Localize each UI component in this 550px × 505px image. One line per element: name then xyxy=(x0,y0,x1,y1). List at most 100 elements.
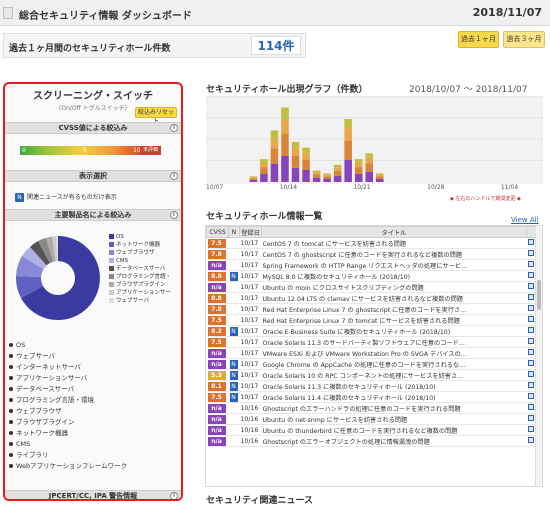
news-badge[interactable]: N xyxy=(229,392,238,402)
title-cell[interactable]: Oracle Solaris 11.3 のサードパーティ製ソフトウェアに任意のコ… xyxy=(261,336,527,348)
vuln-table-row[interactable]: 8.8 10/17 Ubuntu 12.04 LTS の clamav にサービスを… xyxy=(206,292,537,304)
graph-bar[interactable] xyxy=(249,176,258,182)
title-cell[interactable]: Spring Framework の HTTP Range リクエストヘッダの処… xyxy=(261,259,527,271)
graph-bar[interactable] xyxy=(302,147,310,182)
graph-bar[interactable] xyxy=(344,118,352,182)
external-link-icon[interactable] xyxy=(527,371,534,377)
title-cell[interactable]: Oracle Solaris 11.3 に複数のセキュリティホール (2018/… xyxy=(261,380,527,392)
external-link-icon[interactable] xyxy=(527,272,534,278)
external-link-icon[interactable] xyxy=(527,294,534,300)
external-link-icon[interactable] xyxy=(527,382,534,388)
title-cell[interactable]: CentOS 7 の ghostscript に任意のコードを実行されるなど複数… xyxy=(261,248,527,260)
product-category-item[interactable]: ネットワーク機器 xyxy=(9,428,179,439)
product-category-item[interactable]: インターネットサーバ xyxy=(9,362,179,373)
legend-item[interactable]: アプリケーションサー xyxy=(109,289,181,297)
graph-bar[interactable] xyxy=(365,153,373,182)
external-link-icon[interactable] xyxy=(527,283,534,289)
vuln-table-row[interactable]: n/a 10/16 Ghostscript のエラーハンドラの処理に任意のコードを実… xyxy=(206,402,537,414)
product-category-item[interactable]: アプリケーションサーバ xyxy=(9,373,179,384)
title-cell[interactable]: Ghostscript のエラーハンドラの処理に任意のコードを実行される問題 xyxy=(261,402,527,414)
product-category-item[interactable]: ウェブブラウザ xyxy=(9,406,179,417)
period-3-month-button[interactable]: 過去３ヶ月 xyxy=(503,31,545,48)
vuln-table-row[interactable]: 8.1 N 10/17 Oracle Solaris 11.3 に複数のセキュリティホ… xyxy=(206,380,537,392)
title-cell[interactable]: CentOS 7 の tomcat にサービスを妨害される問題 xyxy=(261,237,527,249)
graph-bar[interactable] xyxy=(312,170,321,182)
external-link-icon[interactable] xyxy=(527,316,534,322)
title-cell[interactable]: Ubuntu の moin にクロスサイトスクリプティングの問題 xyxy=(261,281,527,293)
graph-bar[interactable] xyxy=(270,130,279,182)
external-link-icon[interactable] xyxy=(527,338,534,344)
legend-item[interactable]: ブラウザプラグイン xyxy=(109,281,181,289)
external-link-icon[interactable] xyxy=(527,426,534,432)
vuln-table-row[interactable]: 8.2 N 10/17 Oracle E-Business Suite に複数のセキュ… xyxy=(206,325,537,337)
title-cell[interactable]: Ubuntu の net-snmp にサービスを妨害される問題 xyxy=(261,413,527,425)
external-link-icon[interactable] xyxy=(527,349,534,355)
jpcert-info-icon[interactable]: i xyxy=(170,492,178,499)
external-link-icon[interactable] xyxy=(527,239,534,245)
display-info-icon[interactable]: i xyxy=(170,172,178,180)
vuln-table-row[interactable]: 7.5 N 10/17 Oracle Solaris 11.4 に複数のセキュリティホ… xyxy=(206,391,537,403)
news-badge[interactable]: N xyxy=(229,271,238,281)
vuln-table-row[interactable]: 7.5 10/17 CentOS 7 の tomcat にサービスを妨害される問題 xyxy=(206,237,537,249)
filter-reset-button[interactable]: 絞込みリセット xyxy=(135,107,177,125)
title-cell[interactable]: Oracle Solaris 10 の RPC コンポーネントの処理にサービスを… xyxy=(261,369,527,381)
cvss-unrated-toggle[interactable]: 未評価 xyxy=(140,146,161,155)
external-link-icon[interactable] xyxy=(527,404,534,410)
graph-bar[interactable] xyxy=(260,159,268,182)
vuln-table-row[interactable]: n/a 10/16 Ubuntu の thunderbird に任意のコードを実行さ… xyxy=(206,424,537,436)
col-header-cvss[interactable]: CVSS xyxy=(206,226,229,238)
product-category-item[interactable]: ウェブサーバ xyxy=(9,351,179,362)
vuln-table-row[interactable]: 5.3 N 10/17 Oracle Solaris 10 の RPC コンポーネント… xyxy=(206,369,537,381)
external-link-icon[interactable] xyxy=(527,305,534,311)
vuln-table-row[interactable]: 7.5 10/17 Oracle Solaris 11.3 のサードパーティ製ソフト… xyxy=(206,336,537,348)
news-badge[interactable]: N xyxy=(229,381,238,391)
product-pie-chart[interactable] xyxy=(10,230,106,326)
graph-bar[interactable] xyxy=(376,173,384,182)
vuln-table-scrollbar[interactable] xyxy=(535,226,542,486)
external-link-icon[interactable] xyxy=(527,261,534,267)
title-cell[interactable]: Red Hat Enterprise Linux 7 の tomcat にサービ… xyxy=(261,314,527,326)
product-category-item[interactable]: ライブラリ xyxy=(9,450,179,461)
vuln-table-row[interactable]: n/a 10/17 Spring Framework の HTTP Range リク… xyxy=(206,259,537,271)
news-only-toggle[interactable]: N 関連ニュースが有るものだけ表示 xyxy=(15,192,117,202)
legend-item[interactable]: ウェブサーバ xyxy=(109,297,181,305)
product-info-icon[interactable]: i xyxy=(170,211,178,219)
external-link-icon[interactable] xyxy=(527,393,534,399)
graph-bar[interactable] xyxy=(323,173,331,182)
vuln-table-row[interactable]: n/a 10/17 VMware ESXi および VMware Workstati… xyxy=(206,347,537,359)
graph-bar[interactable] xyxy=(291,141,300,182)
vuln-table-row[interactable]: 8.8 N 10/17 MySQL 8.0 に複数のセキュリティホール (2018/1… xyxy=(206,270,537,282)
graph-bar[interactable] xyxy=(354,159,363,182)
external-link-icon[interactable] xyxy=(527,327,534,333)
title-cell[interactable]: Red Hat Enterprise Linux 7 の ghostscript… xyxy=(261,303,527,315)
col-header-news[interactable]: N xyxy=(228,226,240,238)
legend-item[interactable]: ネットワーク機器 xyxy=(109,241,181,249)
title-cell[interactable]: Oracle E-Business Suite に複数のセキュリティホール (2… xyxy=(261,325,527,337)
product-category-item[interactable]: データベースサーバ xyxy=(9,384,179,395)
view-all-link[interactable]: View All xyxy=(511,216,539,224)
security-hole-graph[interactable] xyxy=(206,95,543,184)
vuln-table-row[interactable]: n/a 10/16 Ubuntu の net-snmp にサービスを妨害される問題 xyxy=(206,413,537,425)
vuln-table-row[interactable]: 7.5 10/17 Red Hat Enterprise Linux 7 の tom… xyxy=(206,314,537,326)
legend-item[interactable]: OS xyxy=(109,233,181,241)
period-1-month-button[interactable]: 過去１ヶ月 xyxy=(458,31,499,48)
product-category-item[interactable]: ブラウザプラグイン xyxy=(9,417,179,428)
product-category-item[interactable]: プログラミング言語・環境 xyxy=(9,395,179,406)
vuln-table-row[interactable]: n/a N 10/17 Google Chrome の AppCache の処理に任意… xyxy=(206,358,537,370)
title-cell[interactable]: Oracle Solaris 11.4 に複数のセキュリティホール (2018/… xyxy=(261,391,527,403)
external-link-icon[interactable] xyxy=(527,437,534,443)
news-badge[interactable]: N xyxy=(229,370,238,380)
title-cell[interactable]: Google Chrome の AppCache の処理に任意のコードを実行され… xyxy=(261,358,527,370)
vuln-table-row[interactable]: n/a 10/16 Ghostscript のエラーオブジェクトの処理に情報漏洩の問… xyxy=(206,435,537,447)
vuln-table-row[interactable]: 7.8 10/17 CentOS 7 の ghostscript に任意のコードを実… xyxy=(206,248,537,260)
cvss-info-icon[interactable]: i xyxy=(170,124,178,132)
product-category-item[interactable]: CMS xyxy=(9,439,179,450)
product-category-item[interactable]: OS xyxy=(9,340,179,351)
legend-item[interactable]: プログラミング言語・ xyxy=(109,273,181,281)
news-badge[interactable]: N xyxy=(229,326,238,336)
legend-item[interactable]: CMS xyxy=(109,257,181,265)
col-header-date[interactable]: 登録日 xyxy=(239,226,262,238)
col-header-title[interactable]: タイトル xyxy=(261,226,527,238)
legend-item[interactable]: データベースサーバ xyxy=(109,265,181,273)
vuln-table-scroll-thumb[interactable] xyxy=(537,280,541,310)
